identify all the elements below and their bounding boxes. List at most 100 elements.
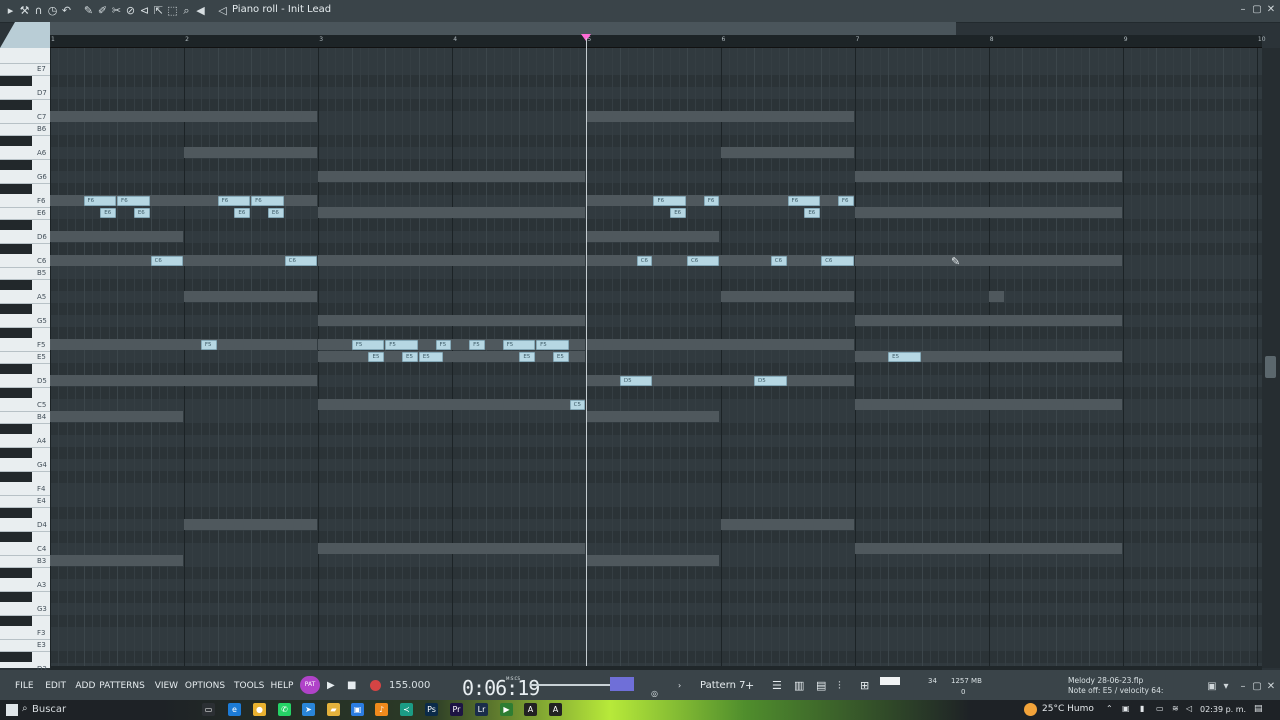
note-overview-scrollbar[interactable] (50, 22, 956, 35)
stopwatch-icon[interactable]: ◷ (46, 4, 59, 17)
black-key[interactable] (0, 304, 32, 314)
note[interactable]: E6 (670, 208, 686, 218)
black-key[interactable] (0, 616, 32, 626)
vscode-icon[interactable]: ≺ (400, 703, 413, 716)
mixer-icon[interactable]: ⫶ (838, 679, 841, 693)
ruler-bar-number[interactable]: 10 (1258, 36, 1266, 43)
telegram-icon[interactable]: ➤ (302, 703, 315, 716)
black-key[interactable] (0, 136, 32, 146)
note[interactable]: F6 (787, 196, 821, 206)
delete-icon[interactable]: ✂ (110, 4, 123, 17)
song-time-display[interactable]: 0:06:19 (462, 676, 540, 700)
chrome-icon[interactable]: ● (253, 703, 266, 716)
black-key[interactable] (0, 532, 32, 542)
note[interactable]: F6 (117, 196, 150, 206)
playlist-icon[interactable]: ☰ (772, 679, 782, 692)
task-view-icon[interactable]: ▭ (202, 703, 215, 716)
note[interactable]: F5 (502, 340, 536, 350)
snap-corner[interactable] (0, 22, 50, 48)
menu-add[interactable]: ADD (75, 681, 95, 691)
note[interactable]: F6 (217, 196, 251, 206)
black-key[interactable] (0, 568, 32, 578)
pencil-icon[interactable]: ✎ (82, 4, 95, 17)
browser-icon[interactable]: ⊞ (860, 679, 869, 692)
vertical-scroll-thumb[interactable] (1265, 356, 1276, 378)
app-restore-icon[interactable]: ▢ (1250, 680, 1264, 694)
undo-icon[interactable]: ↶ (60, 4, 73, 17)
note[interactable]: E5 (418, 352, 443, 362)
note[interactable]: E6 (234, 208, 251, 218)
network-icon[interactable]: ▭ (1156, 704, 1164, 713)
black-key[interactable] (0, 424, 32, 434)
close-icon[interactable]: ✕ (1264, 3, 1278, 17)
note-grid[interactable]: F6 F6 E6 E6 C6 F6 F6 E6 E6 C6 F5 F5 F5 E5 E5 E5 F5 F5 F5 F5… (50, 48, 1262, 668)
black-key[interactable] (0, 388, 32, 398)
master-volume-slider[interactable] (530, 684, 610, 686)
black-key[interactable] (0, 244, 32, 254)
note[interactable]: E6 (804, 208, 821, 218)
windows-start-icon[interactable] (6, 704, 18, 716)
photoshop-icon[interactable]: Ps (425, 703, 438, 716)
taskbar-clock[interactable]: 02:39 p. m. (1200, 705, 1246, 714)
ruler-bar-number[interactable]: 7 (856, 36, 860, 43)
ruler-bar-number[interactable]: 2 (185, 36, 189, 43)
add-pattern-icon[interactable]: + (745, 679, 754, 692)
note[interactable]: F5 (469, 340, 485, 350)
zoom-icon[interactable]: ⌕ (180, 4, 193, 17)
stop-icon[interactable]: ■ (347, 680, 356, 691)
note[interactable]: F5 (536, 340, 569, 350)
ruler-bar-number[interactable]: 6 (722, 36, 726, 43)
fl-studio-icon[interactable]: ♪ (375, 703, 388, 716)
app-minimize-icon[interactable]: – (1236, 680, 1250, 694)
menu-arrow-icon[interactable]: ▸ (4, 4, 17, 17)
note[interactable]: E6 (133, 208, 150, 218)
ruler-bar-number[interactable]: 1 (51, 36, 55, 43)
menu-options[interactable]: OPTIONS (185, 681, 225, 691)
black-key[interactable] (0, 184, 32, 194)
play-icon[interactable]: ▶ (327, 680, 335, 691)
black-key[interactable] (0, 448, 32, 458)
note[interactable]: F5 (385, 340, 418, 350)
note[interactable]: D5 (619, 376, 653, 386)
pattern-selector[interactable]: Pattern 7 (700, 680, 746, 691)
tempo-display[interactable]: 155.000 (389, 680, 430, 691)
ruler-bar-number[interactable]: 9 (1124, 36, 1128, 43)
note[interactable]: C6 (770, 256, 787, 266)
paint-icon[interactable]: ✐ (96, 4, 109, 17)
menu-help[interactable]: HELP (271, 681, 294, 691)
piano-roll-icon[interactable]: ▥ (794, 679, 804, 692)
mute-icon[interactable]: ⊘ (124, 4, 137, 17)
wifi-icon[interactable]: ≋ (1172, 704, 1179, 713)
tray-chevron-icon[interactable]: ⌃ (1106, 704, 1113, 713)
magnet-icon[interactable]: ∩ (32, 4, 45, 17)
store-icon[interactable]: ▣ (351, 703, 364, 716)
black-key[interactable] (0, 280, 32, 290)
weather-text[interactable]: 25°C Humo (1042, 704, 1094, 714)
ruler-bar-number[interactable]: 4 (453, 36, 457, 43)
note[interactable]: C6 (686, 256, 720, 266)
news-icon[interactable]: ▣ (1205, 680, 1219, 694)
piano-keyboard[interactable]: E7 D7 C7 B6 A6 G6 F6 E6 D6 C6 B5 A5 G5 F5 E5 D5 C5 B4 A4 G4… (0, 48, 50, 686)
taskbar-search[interactable]: Buscar (32, 704, 66, 715)
note[interactable]: C6 (636, 256, 653, 266)
slice-icon[interactable]: ⊲ (138, 4, 151, 17)
lightroom-icon[interactable]: Lr (475, 703, 488, 716)
note[interactable]: E5 (402, 352, 418, 362)
note[interactable]: F6 (251, 196, 284, 206)
ruler-bar-number[interactable]: 8 (990, 36, 994, 43)
menu-view[interactable]: VIEW (155, 681, 178, 691)
black-key[interactable] (0, 592, 32, 602)
app-a2-icon[interactable]: A (549, 703, 562, 716)
channel-rack-icon[interactable]: ▤ (816, 679, 826, 692)
note[interactable]: E5 (552, 352, 569, 362)
note[interactable]: F6 (703, 196, 720, 206)
speaker-icon[interactable]: ◀ (194, 4, 207, 17)
app-a-icon[interactable]: A (524, 703, 537, 716)
record-icon[interactable] (370, 680, 381, 691)
black-key[interactable] (0, 328, 32, 338)
ruler-bar-number[interactable]: 3 (319, 36, 323, 43)
note[interactable]: E5 (368, 352, 385, 362)
black-key[interactable] (0, 220, 32, 230)
black-key[interactable] (0, 652, 32, 662)
black-key[interactable] (0, 472, 32, 482)
